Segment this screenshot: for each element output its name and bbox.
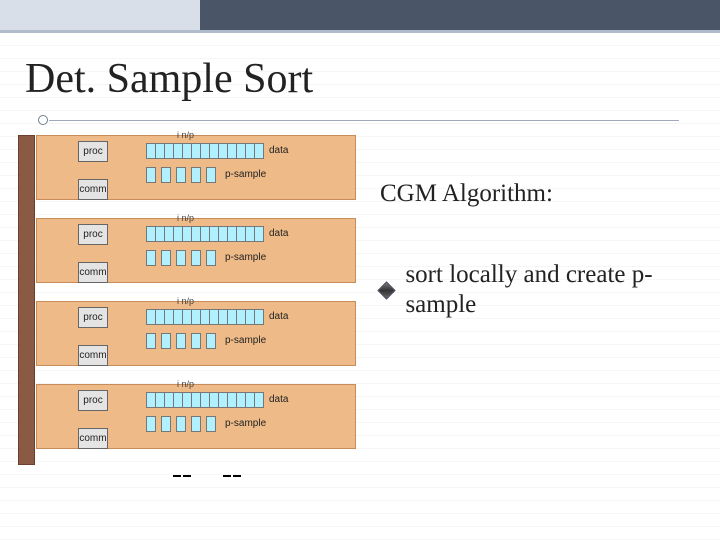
psample-row-label: p-sample: [225, 335, 266, 346]
psample-row-label: p-sample: [225, 418, 266, 429]
data-cell: [254, 143, 264, 159]
data-row-label: data: [269, 394, 288, 405]
psample-cell: [176, 333, 186, 349]
tick-mark: [233, 475, 241, 477]
items-fraction-label: i n/p: [177, 214, 194, 223]
psample-cell: [206, 333, 216, 349]
psample-cell: [146, 416, 156, 432]
tick-mark: [223, 475, 231, 477]
data-cell: [254, 226, 264, 242]
tick-mark: [183, 475, 191, 477]
psample-cell: [146, 333, 156, 349]
proc-label-box: proc: [78, 390, 108, 411]
data-row-label: data: [269, 311, 288, 322]
tick-mark: [173, 475, 181, 477]
psample-cell: [161, 416, 171, 432]
cgm-diagram: i n/p proc comm data p-sample i n/p proc comm da…: [18, 135, 368, 495]
data-cell: [254, 309, 264, 325]
bullet-text: sort locally and create p-sample: [405, 260, 665, 320]
psample-cell: [206, 416, 216, 432]
data-cell: [254, 392, 264, 408]
items-fraction-label: i n/p: [177, 131, 194, 140]
data-row: [146, 309, 263, 325]
algorithm-heading: CGM Algorithm:: [380, 180, 553, 208]
psample-row: [146, 250, 221, 266]
psample-cell: [146, 250, 156, 266]
psample-cell: [161, 167, 171, 183]
items-fraction-label: i n/p: [177, 297, 194, 306]
proc-label-box: proc: [78, 224, 108, 245]
comm-label-box: comm: [78, 345, 108, 366]
bullet-item: sort locally and create p-sample: [380, 260, 665, 320]
psample-cell: [206, 167, 216, 183]
psample-row-label: p-sample: [225, 252, 266, 263]
comm-label-box: comm: [78, 428, 108, 449]
psample-cell: [146, 167, 156, 183]
data-row: [146, 226, 263, 242]
comm-label-box: comm: [78, 179, 108, 200]
psample-row: [146, 416, 221, 432]
psample-cell: [161, 333, 171, 349]
title-decor: [38, 115, 48, 125]
psample-row-label: p-sample: [225, 169, 266, 180]
diamond-bullet-icon: [377, 281, 395, 299]
psample-cell: [191, 333, 201, 349]
psample-cell: [206, 250, 216, 266]
psample-cell: [176, 167, 186, 183]
items-fraction-label: i n/p: [177, 380, 194, 389]
psample-cell: [191, 250, 201, 266]
psample-cell: [191, 416, 201, 432]
psample-cell: [191, 167, 201, 183]
data-row: [146, 143, 263, 159]
psample-row: [146, 167, 221, 183]
data-row-label: data: [269, 145, 288, 156]
header-bar-accent: [200, 0, 720, 30]
data-row-label: data: [269, 228, 288, 239]
proc-label-box: proc: [78, 141, 108, 162]
header-underline: [0, 30, 720, 33]
proc-label-box: proc: [78, 307, 108, 328]
psample-cell: [176, 416, 186, 432]
psample-cell: [176, 250, 186, 266]
comm-label-box: comm: [78, 262, 108, 283]
slide-title: Det. Sample Sort: [25, 55, 313, 103]
timeline-spine: [18, 135, 35, 465]
psample-row: [146, 333, 221, 349]
data-row: [146, 392, 263, 408]
psample-cell: [161, 250, 171, 266]
